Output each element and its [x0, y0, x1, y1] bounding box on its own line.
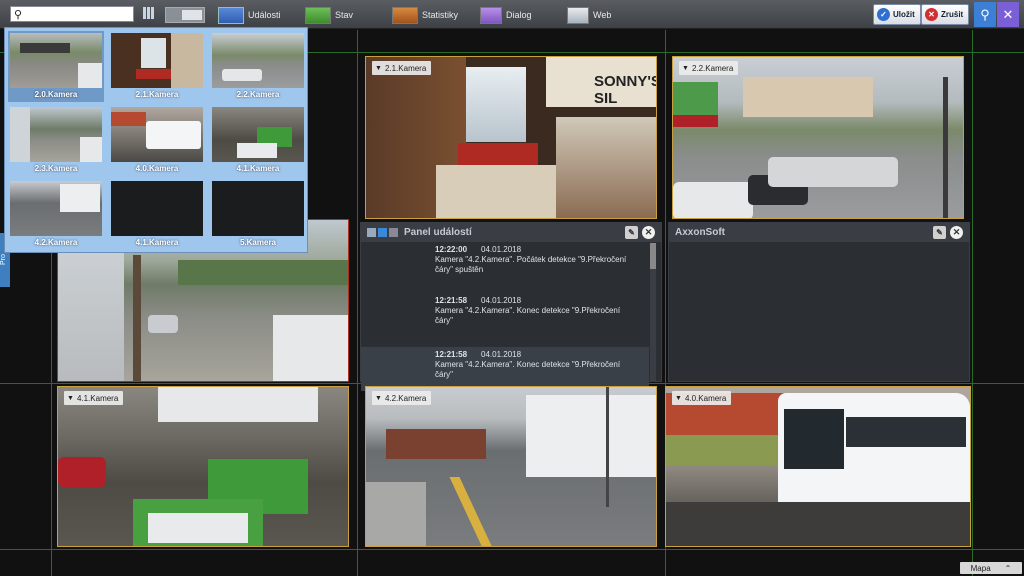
camera-label: ▼ 2.2.Kamera	[679, 61, 739, 75]
tools-icon: ✕	[1002, 6, 1014, 22]
camera-feed-image	[58, 387, 348, 546]
camera-feed-image	[666, 387, 970, 546]
search-icon: ⚲	[14, 9, 23, 21]
camera-thumbnail[interactable]: 4.0.Kamera	[109, 105, 205, 176]
layout-icon[interactable]	[367, 228, 376, 237]
camera-thumbnail-image	[111, 181, 203, 236]
event-panel: Panel událostí ✎ ✕ 12:22:00 04.01.2018 Ka…	[360, 222, 662, 391]
statistics-icon	[392, 6, 418, 24]
camera-label: ▼ 2.1.Kamera	[372, 61, 432, 75]
toolbar-dialog-button[interactable]: Dialog	[480, 4, 532, 26]
camera-feed-image	[673, 57, 963, 218]
video-surveillance-window: ⚲ Události Stav Statistiky Dialog Web ✓ …	[0, 0, 1024, 576]
camera-thumbnail[interactable]: 4.1.Kamera	[109, 179, 205, 250]
panel-title: AxxonSoft	[675, 227, 725, 238]
camera-thumbnail[interactable]: 4.2.Kamera	[8, 179, 104, 250]
layout-selector-button[interactable]	[165, 4, 205, 26]
search-tool-button[interactable]: ⚲	[974, 2, 996, 27]
grid-line	[357, 30, 358, 576]
event-row[interactable]: 12:21:58 04.01.2018 Kamera "4.2.Kamera". …	[361, 296, 649, 340]
event-panel-header: Panel událostí ✎ ✕	[361, 223, 661, 242]
camera-label: ▼ 4.1.Kamera	[64, 391, 124, 405]
toolbar-status-button[interactable]: Stav	[305, 4, 353, 26]
camera-thumbnail-image	[212, 181, 304, 236]
toolbar-web-button[interactable]: Web	[567, 4, 611, 26]
toolbar-statistics-button[interactable]: Statistiky	[392, 4, 458, 26]
grid-line	[972, 30, 973, 576]
camera-thumbnail-image	[111, 107, 203, 162]
camera-thumbnail[interactable]: 2.1.Kamera	[109, 31, 205, 102]
camera-view-4-0[interactable]: ▼ 4.0.Kamera	[665, 386, 971, 547]
camera-feed-image: SONNY'S SIL	[366, 57, 656, 218]
close-icon[interactable]: ✕	[950, 226, 963, 239]
camera-thumbnail-image	[212, 107, 304, 162]
axxon-panel-header: AxxonSoft ✎ ✕	[669, 223, 969, 242]
map-button[interactable]: Mapa ⌃	[960, 562, 1022, 574]
camera-thumbnail[interactable]: 2.3.Kamera	[8, 105, 104, 176]
grid-layout-icon[interactable]	[143, 7, 155, 19]
edit-icon[interactable]: ✎	[625, 226, 638, 239]
web-icon	[567, 6, 589, 24]
camera-selector-popup: 2.0.Kamera 2.1.Kamera 2.2.Kamera 2.3.Kam…	[4, 27, 308, 253]
camera-thumbnail-image	[10, 107, 102, 162]
camera-thumbnail-image	[10, 33, 102, 88]
camera-view-4-1[interactable]: ▼ 4.1.Kamera	[57, 386, 349, 547]
camera-thumbnail-image	[10, 181, 102, 236]
camera-thumbnail-image	[212, 33, 304, 88]
event-row[interactable]: 12:22:00 04.01.2018 Kamera "4.2.Kamera". …	[361, 245, 649, 289]
event-row[interactable]: 12:21:58 04.01.2018 Kamera "4.2.Kamera". …	[361, 347, 649, 391]
events-icon	[218, 6, 244, 24]
grid-line	[0, 549, 1024, 550]
status-icon	[305, 6, 331, 24]
scrollbar[interactable]	[650, 243, 656, 381]
camera-thumbnail-image	[111, 33, 203, 88]
camera-view-4-2[interactable]: ▼ 4.2.Kamera	[365, 386, 657, 547]
camera-feed-image	[366, 387, 656, 546]
chevron-up-icon: ⌃	[1004, 563, 1012, 573]
checkmark-icon: ✓	[877, 8, 890, 21]
camera-thumbnail[interactable]: 5.Kamera	[210, 179, 306, 250]
search-input[interactable]: ⚲	[10, 6, 134, 22]
camera-thumbnail[interactable]: 2.2.Kamera	[210, 31, 306, 102]
axxonsoft-panel: AxxonSoft ✎ ✕	[668, 222, 970, 382]
top-toolbar: ⚲ Události Stav Statistiky Dialog Web ✓ …	[0, 0, 1024, 29]
camera-view-2-2[interactable]: ▼ 2.2.Kamera	[672, 56, 964, 219]
camera-label: ▼ 4.0.Kamera	[672, 391, 732, 405]
camera-label: ▼ 4.2.Kamera	[372, 391, 432, 405]
magnifier-icon: ⚲	[980, 6, 990, 22]
close-icon: ✕	[925, 8, 938, 21]
edit-icon[interactable]: ✎	[933, 226, 946, 239]
camera-thumbnail[interactable]: 4.1.Kamera	[210, 105, 306, 176]
cancel-button[interactable]: ✕ Zrušit	[921, 4, 970, 25]
dialog-icon	[480, 6, 502, 24]
camera-thumbnail[interactable]: 2.0.Kamera	[8, 31, 104, 102]
panel-title: Panel událostí	[404, 227, 472, 238]
camera-view-2-1[interactable]: SONNY'S SIL ▼ 2.1.Kamera	[365, 56, 657, 219]
panel-icon[interactable]	[389, 228, 398, 237]
toolbar-events-button[interactable]: Události	[218, 4, 281, 26]
list-icon[interactable]	[378, 228, 387, 237]
save-button[interactable]: ✓ Uložit	[873, 4, 921, 25]
close-icon[interactable]: ✕	[642, 226, 655, 239]
settings-tool-button[interactable]: ✕	[997, 2, 1019, 27]
